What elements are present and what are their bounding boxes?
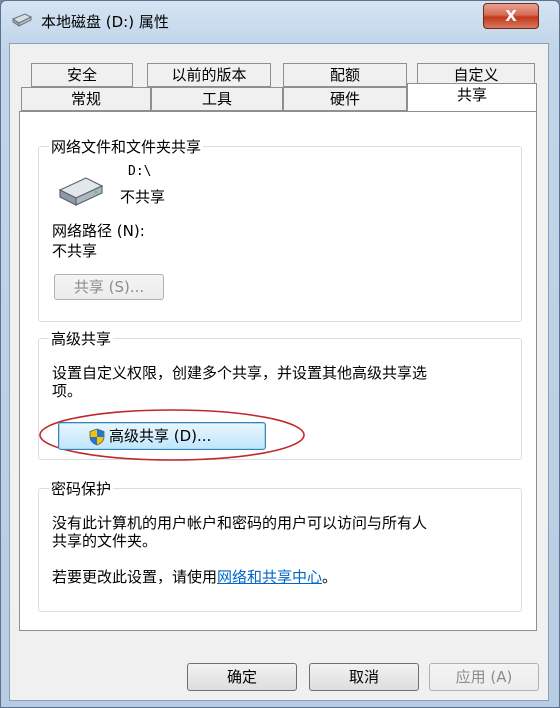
apply-button[interactable]: 应用 (A) — [429, 663, 539, 691]
button-label: 高级共享 (D)... — [109, 427, 212, 445]
tab-quota[interactable]: 配额 — [283, 63, 407, 87]
advanced-sharing-description-cont: 项。 — [52, 382, 83, 400]
tab-label: 配额 — [329, 66, 360, 84]
tab-hardware[interactable]: 硬件 — [283, 87, 407, 111]
close-button[interactable]: X — [483, 3, 539, 29]
title-bar[interactable]: 本地磁盘 (D:) 属性 X — [1, 1, 559, 41]
tab-label: 共享 — [456, 86, 487, 104]
tab-label: 自定义 — [453, 66, 499, 84]
tab-general[interactable]: 常规 — [21, 87, 151, 111]
tab-label: 安全 — [66, 66, 97, 84]
change-suffix: 。 — [322, 568, 338, 586]
group-title: 密码保护 — [49, 478, 114, 499]
advanced-sharing-button[interactable]: 高级共享 (D)... — [58, 422, 266, 450]
button-label: 取消 — [348, 668, 379, 686]
button-label: 应用 (A) — [455, 668, 513, 686]
network-sharing-center-link[interactable]: 网络和共享中心 — [217, 568, 322, 586]
tab-label: 以前的版本 — [171, 66, 247, 84]
tab-tools[interactable]: 工具 — [151, 87, 283, 111]
group-title: 高级共享 — [49, 328, 114, 349]
tab-sharing[interactable]: 共享 — [407, 83, 537, 111]
share-button[interactable]: 共享 (S)... — [54, 274, 164, 300]
button-label: 确定 — [226, 668, 257, 686]
group-title: 网络文件和文件夹共享 — [49, 136, 204, 157]
ok-button[interactable]: 确定 — [187, 663, 297, 691]
tab-label: 常规 — [70, 90, 101, 108]
cancel-button[interactable]: 取消 — [309, 663, 419, 691]
password-description-cont: 共享的文件夹。 — [52, 532, 158, 550]
properties-dialog: 本地磁盘 (D:) 属性 X 安全 以前的版本 配额 自定义 常规 工具 硬件 … — [0, 0, 560, 708]
button-label: 共享 (S)... — [73, 278, 145, 296]
change-prefix: 若要更改此设置，请使用 — [52, 568, 218, 586]
advanced-sharing-description: 设置自定义权限，创建多个共享，并设置其他高级共享选 — [52, 364, 428, 382]
network-path-label: 网络路径 (N): — [52, 222, 145, 240]
change-setting-text: 若要更改此设置，请使用网络和共享中心。 — [52, 566, 337, 587]
tab-label: 工具 — [201, 90, 232, 108]
tab-label: 硬件 — [329, 90, 360, 108]
drive-label: D:\ — [128, 164, 152, 179]
close-icon: X — [505, 7, 517, 25]
shield-icon — [89, 428, 105, 446]
share-status: 不共享 — [120, 188, 166, 206]
drive-icon — [11, 13, 33, 27]
tab-security[interactable]: 安全 — [31, 63, 133, 87]
sharing-tab-panel: 网络文件和文件夹共享 D:\ 不共享 网络路径 (N): 不共享 共享 (S).… — [19, 111, 537, 631]
window-title: 本地磁盘 (D:) 属性 — [41, 13, 169, 31]
tab-previous-versions[interactable]: 以前的版本 — [147, 63, 271, 87]
network-path-value: 不共享 — [52, 242, 98, 260]
drive-icon — [58, 177, 104, 206]
